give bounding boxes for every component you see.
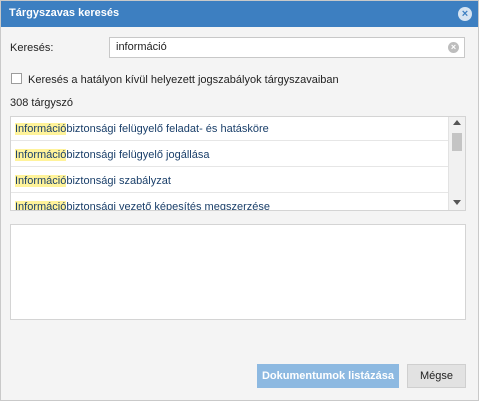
search-label: Keresés: xyxy=(10,42,54,54)
list-item[interactable]: Információbiztonsági szabályzat xyxy=(11,169,448,193)
list-item-text: biztonsági felügyelő feladat- és hatáskö… xyxy=(66,123,269,135)
close-icon[interactable]: × xyxy=(458,7,472,21)
match-highlight: Információ xyxy=(15,123,67,135)
details-panel xyxy=(10,224,466,320)
match-highlight: Információ xyxy=(15,149,67,161)
match-highlight: Információ xyxy=(15,201,67,211)
list-documents-button[interactable]: Dokumentumok listázása xyxy=(257,364,399,388)
list-item[interactable]: Információbiztonsági vezető képesítés me… xyxy=(11,195,448,211)
include-repealed-label: Keresés a hatályon kívül helyezett jogsz… xyxy=(28,74,339,86)
scroll-up-icon[interactable] xyxy=(453,120,461,125)
result-count: 308 tárgyszó xyxy=(10,97,73,109)
include-repealed-option[interactable]: Keresés a hatályon kívül helyezett jogsz… xyxy=(11,73,339,86)
dialog: Tárgyszavas keresés × Keresés: × Keresés… xyxy=(0,0,479,401)
include-repealed-checkbox[interactable] xyxy=(11,73,22,84)
list-item[interactable]: Információbiztonsági felügyelő feladat- … xyxy=(11,117,448,141)
scroll-down-icon[interactable] xyxy=(453,200,461,205)
match-highlight: Információ xyxy=(15,175,67,187)
list-item-text: biztonsági vezető képesítés megszerzése xyxy=(66,201,270,211)
dialog-titlebar: Tárgyszavas keresés × xyxy=(1,1,478,27)
dialog-title: Tárgyszavas keresés xyxy=(9,7,120,19)
list-item-text: biztonsági felügyelő jogállása xyxy=(66,149,210,161)
keyword-list[interactable]: Információbiztonsági felügyelő feladat- … xyxy=(10,116,466,211)
search-input[interactable] xyxy=(116,41,436,53)
list-item-text: biztonsági szabályzat xyxy=(66,175,171,187)
list-scrollbar[interactable] xyxy=(448,117,465,210)
cancel-button[interactable]: Mégse xyxy=(407,364,466,388)
list-item[interactable]: Információbiztonsági felügyelő jogállása xyxy=(11,143,448,167)
search-field[interactable]: × xyxy=(109,37,465,58)
scroll-thumb[interactable] xyxy=(452,133,462,151)
clear-icon[interactable]: × xyxy=(448,42,459,53)
